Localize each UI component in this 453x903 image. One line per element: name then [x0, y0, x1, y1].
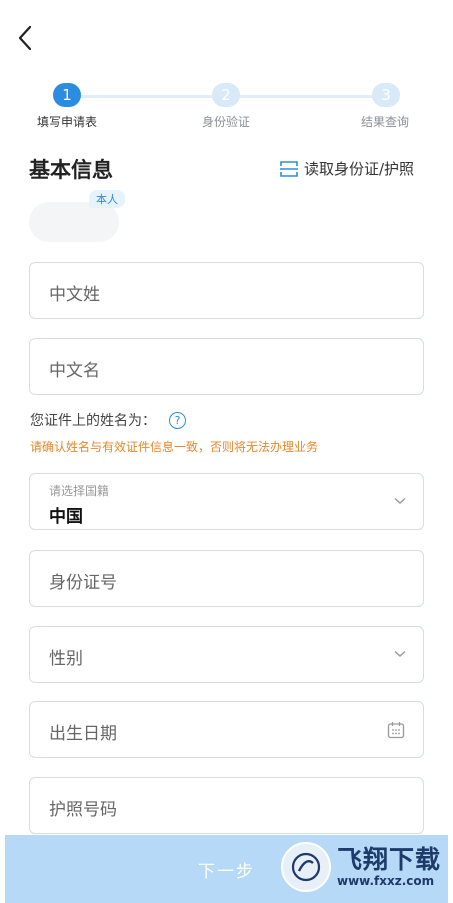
self-tag: 本人	[89, 190, 125, 208]
read-id-button[interactable]: 读取身份证/护照	[280, 158, 414, 179]
applicant-chip[interactable]	[29, 202, 119, 242]
step-1-label: 填写申请表	[37, 115, 98, 129]
read-id-label: 读取身份证/护照	[304, 160, 415, 178]
name-hint-text: 您证件上的姓名为：	[30, 413, 156, 429]
name-hint: 您证件上的姓名为： ?	[30, 410, 186, 430]
given-name-input[interactable]: 中文名	[29, 338, 424, 395]
section-title: 基本信息	[29, 158, 113, 182]
back-arrow-icon[interactable]	[14, 24, 38, 52]
nationality-label: 请选择国籍	[49, 484, 110, 498]
scan-icon	[280, 160, 298, 177]
passport-number-input[interactable]: 护照号码	[29, 777, 424, 834]
help-icon[interactable]: ?	[169, 411, 186, 429]
watermark-logo-icon	[281, 842, 331, 892]
surname-input[interactable]: 中文姓	[29, 262, 424, 319]
gender-select[interactable]: 性别	[29, 626, 424, 683]
step-3-indicator: 3	[372, 83, 400, 107]
id-number-input[interactable]: 身份证号	[29, 550, 424, 607]
passport-placeholder: 护照号码	[49, 800, 117, 820]
step-1-indicator: 1	[53, 83, 81, 107]
chevron-down-icon	[394, 497, 406, 504]
chevron-down-icon	[394, 650, 406, 657]
watermark-url: www.fxxz.com	[337, 874, 435, 888]
step-2-indicator: 2	[212, 83, 240, 107]
calendar-icon	[387, 722, 405, 739]
step-connector	[239, 95, 373, 98]
step-3-label: 结果查询	[361, 115, 410, 129]
step-2-label: 身份验证	[202, 115, 251, 129]
nationality-select[interactable]: 请选择国籍 中国	[29, 473, 424, 530]
watermark: 飞翔下载 www.fxxz.com	[281, 841, 441, 893]
nationality-value: 中国	[49, 507, 83, 527]
watermark-title: 飞翔下载	[337, 845, 442, 874]
given-name-placeholder: 中文名	[49, 361, 100, 381]
step-progress: 1 2 3 填写申请表 身份验证 结果查询	[0, 80, 453, 135]
gender-placeholder: 性别	[49, 649, 83, 669]
birth-date-placeholder: 出生日期	[49, 724, 117, 744]
name-warning: 请确认姓名与有效证件信息一致，否则将无法办理业务	[30, 440, 319, 454]
step-connector	[80, 95, 213, 98]
id-number-placeholder: 身份证号	[49, 573, 117, 593]
birth-date-picker[interactable]: 出生日期	[29, 701, 424, 758]
top-bar	[0, 0, 453, 75]
surname-placeholder: 中文姓	[49, 285, 100, 305]
